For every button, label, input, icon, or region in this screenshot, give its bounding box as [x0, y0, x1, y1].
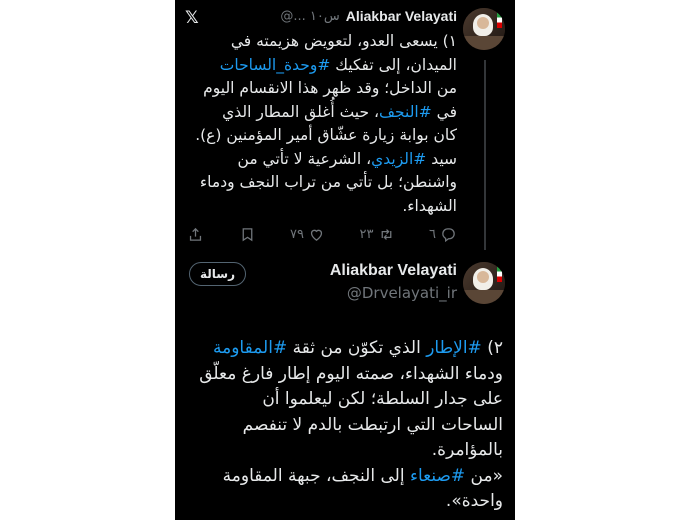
- text-run: سيد: [426, 149, 457, 168]
- thread-connector-line: [484, 60, 486, 250]
- text-run: الساحات التي ارتبطت بالدم لا تنفصم: [242, 414, 503, 435]
- hashtag-link[interactable]: #صنعاء: [410, 466, 465, 486]
- x-logo-icon[interactable]: 𝕏: [185, 8, 199, 28]
- text-run: واشنطن؛ بل تأتي من تراب النجف ودماء: [199, 173, 457, 191]
- tweet2-line: الساحات التي ارتبطت بالدم لا تنفصم: [185, 413, 503, 439]
- text-run: إلى النجف، جبهة المقاومة: [222, 465, 410, 486]
- like-button[interactable]: ٧٩: [290, 226, 325, 243]
- hashtag-link[interactable]: #المقاومة: [213, 338, 287, 358]
- text-run: الذي تكوّن من ثقة: [287, 338, 427, 358]
- text-run: واحدة».: [445, 491, 503, 511]
- text-run: من الداخل؛ وقد ظهر هذا الانقسام اليوم: [203, 79, 457, 97]
- bookmark-button[interactable]: [239, 226, 256, 243]
- retweet-icon: [381, 228, 391, 240]
- tweet2-display-name[interactable]: Aliakbar Velayati: [330, 262, 457, 280]
- avatar[interactable]: [463, 8, 505, 50]
- like-count: ٧٩: [290, 226, 305, 242]
- tweet2-line: بالمؤامرة.: [185, 438, 503, 464]
- text-run: كان بوابة زيارة عشّاق أمير المؤمنين (ع).: [195, 126, 457, 144]
- hashtag-link[interactable]: #الزيدي: [371, 150, 426, 168]
- tweet2-line: واحدة».: [185, 489, 503, 515]
- reply-count: ٦: [429, 226, 436, 242]
- reply-button[interactable]: ٦: [429, 226, 457, 243]
- text-run: ۱) يسعى العدو، لتعويض هزيمته في: [230, 32, 457, 50]
- tweet1-action-bar: ٦ ٢٣ ٧٩: [187, 224, 457, 244]
- tweet2-line: على جدار السلطة؛ لكن ليعلموا أن: [185, 387, 503, 413]
- text-run: على جدار السلطة؛ لكن ليعلموا أن: [262, 389, 503, 409]
- text-run: في: [431, 102, 457, 121]
- text-run: ، الشرعية لا تأتي من: [237, 149, 372, 168]
- tweet2-line: «من #صنعاء إلى النجف، جبهة المقاومة: [185, 464, 503, 490]
- tweet1-line: من الداخل؛ وقد ظهر هذا الانقسام اليوم: [189, 77, 457, 101]
- heart-icon: [310, 229, 323, 241]
- tweet1-line: سيد #الزيدي، الشرعية لا تأتي من: [189, 148, 457, 172]
- hashtag-link[interactable]: #وحدة_الساحات: [220, 56, 331, 74]
- hashtag-link[interactable]: #الإطار: [426, 338, 482, 358]
- text-run: بالمؤامرة.: [431, 440, 503, 460]
- text-run: الشهداء.: [402, 196, 457, 215]
- text-run: ، حيث أُغلق المطار الذي: [222, 102, 379, 121]
- tweet1-line: ۱) يسعى العدو، لتعويض هزيمته في: [189, 30, 457, 54]
- text-run: ودماء الشهداء، صمته اليوم إطار فارغ معلّ…: [199, 363, 503, 384]
- retweet-button[interactable]: ٢٣: [360, 226, 395, 243]
- tweet-thread-screen: Aliakbar Velayati @... ۱۰س 𝕏 ۱) يسعى الع…: [175, 0, 515, 520]
- text-run: الميدان، إلى تفكيك: [330, 55, 457, 74]
- tweet1-line: الشهداء.: [189, 195, 457, 219]
- share-button[interactable]: [187, 226, 204, 243]
- tweet1-line: الميدان، إلى تفكيك #وحدة_الساحات: [189, 54, 457, 78]
- tweet2-line: ۲) #الإطار الذي تكوّن من ثقة #المقاومة: [185, 336, 503, 362]
- tweet1-handle-time: @... ۱۰س: [280, 8, 340, 24]
- bookmark-icon: [242, 227, 252, 241]
- tweet1-line: في #النجف، حيث أُغلق المطار الذي: [189, 101, 457, 125]
- avatar[interactable]: [463, 262, 505, 304]
- tweet1-line: كان بوابة زيارة عشّاق أمير المؤمنين (ع).: [189, 124, 457, 148]
- reply-icon: [442, 227, 455, 242]
- tweet2-line: ودماء الشهداء، صمته اليوم إطار فارغ معلّ…: [185, 362, 503, 388]
- tweet1-text: ۱) يسعى العدو، لتعويض هزيمته في الميدان، …: [189, 30, 457, 218]
- tweet1-display-name[interactable]: Aliakbar Velayati: [346, 8, 457, 24]
- message-button[interactable]: رسالة: [189, 262, 246, 286]
- share-icon: [189, 227, 202, 241]
- tweet1-header: Aliakbar Velayati @... ۱۰س: [280, 8, 457, 24]
- retweet-count: ٢٣: [359, 226, 374, 242]
- tweet2-text: ۲) #الإطار الذي تكوّن من ثقة #المقاومة ود…: [185, 336, 503, 515]
- text-run: ۲): [481, 338, 503, 358]
- text-run: «من: [465, 465, 503, 486]
- tweet1-line: واشنطن؛ بل تأتي من تراب النجف ودماء: [189, 171, 457, 195]
- hashtag-link[interactable]: #النجف: [379, 103, 432, 121]
- tweet2-handle[interactable]: @Drvelayati_ir: [347, 284, 457, 302]
